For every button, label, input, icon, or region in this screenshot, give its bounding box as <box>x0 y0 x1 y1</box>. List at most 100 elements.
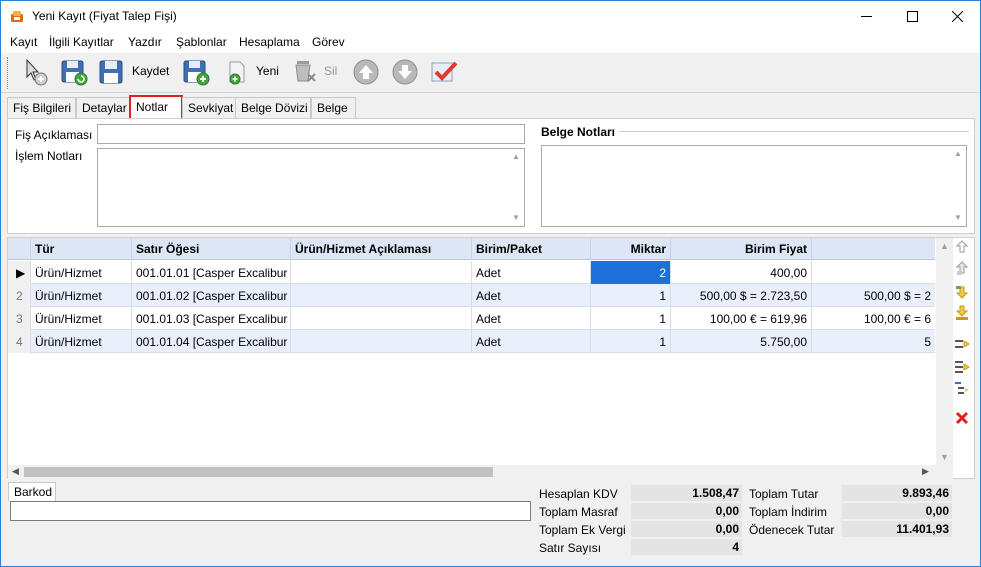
scroll-right-icon[interactable]: ▶ <box>922 466 929 477</box>
toplam-masraf-value: 0,00 <box>631 503 742 519</box>
cell-aciklama[interactable] <box>291 261 472 284</box>
copy-row-up-icon[interactable] <box>954 260 970 276</box>
cell-aciklama[interactable] <box>291 330 472 353</box>
menu-ilgili-kayitlar[interactable]: İlgili Kayıtlar <box>49 35 114 49</box>
new-button[interactable]: Yeni <box>256 64 279 78</box>
maximize-button[interactable] <box>889 1 935 32</box>
save-icon[interactable] <box>97 57 127 87</box>
belge-notlari-title: Belge Notları <box>541 125 620 139</box>
menu-kayit[interactable]: Kayıt <box>10 35 37 49</box>
save-button[interactable]: Kaydet <box>132 64 169 78</box>
islem-notlari-scrollbar[interactable]: ▲ ▼ <box>508 149 524 226</box>
cell-birim-fiyat[interactable]: 400,00 <box>671 261 812 284</box>
cell-aciklama[interactable] <box>291 307 472 330</box>
menu-yazdir[interactable]: Yazdır <box>128 35 162 49</box>
grid-vertical-scrollbar[interactable]: ▲ ▼ <box>936 238 953 465</box>
append-row-icon[interactable] <box>954 305 970 321</box>
move-down-icon[interactable] <box>390 57 420 87</box>
table-row[interactable]: ▶ Ürün/Hizmet 001.01.01 [Casper Excalibu… <box>8 261 935 284</box>
column-header-satir-ogesi[interactable]: Satır Öğesi <box>132 238 291 260</box>
cell-tur[interactable]: Ürün/Hizmet <box>31 284 132 307</box>
column-header-tur[interactable]: Tür <box>31 238 132 260</box>
toplam-masraf-label: Toplam Masraf <box>539 505 618 519</box>
cell-extra[interactable]: 500,00 $ = 2 <box>812 284 935 307</box>
belge-notlari-textarea[interactable]: ▲ ▼ <box>541 145 967 227</box>
tab-belge[interactable]: Belge <box>311 97 356 119</box>
table-row[interactable]: 4 Ürün/Hizmet 001.01.04 [Casper Excalibu… <box>8 330 935 353</box>
insert-below-icon[interactable] <box>954 284 970 300</box>
tab-belge-dovizi[interactable]: Belge Dövizi <box>235 97 311 119</box>
cell-miktar[interactable]: 1 <box>591 330 671 353</box>
cell-miktar[interactable]: 1 <box>591 284 671 307</box>
close-button[interactable] <box>934 1 980 32</box>
delete-button[interactable]: Sil <box>324 64 337 78</box>
horizontal-scroll-thumb[interactable] <box>24 467 493 477</box>
save-new-icon[interactable] <box>181 57 211 87</box>
scroll-down-icon[interactable]: ▼ <box>954 214 962 222</box>
new-from-pointer-icon[interactable] <box>21 57 51 87</box>
islem-notlari-textarea[interactable]: ▲ ▼ <box>97 148 525 227</box>
approve-check-icon[interactable] <box>429 57 459 87</box>
cell-tur[interactable]: Ürün/Hizmet <box>31 307 132 330</box>
fis-aciklamasi-input[interactable] <box>97 124 525 144</box>
cell-birim-paket[interactable]: Adet <box>472 330 591 353</box>
belge-notlari-scrollbar[interactable]: ▲ ▼ <box>950 146 966 226</box>
cell-miktar[interactable]: 1 <box>591 307 671 330</box>
grid-side-toolbar <box>954 239 974 429</box>
scroll-down-icon[interactable]: ▼ <box>940 452 949 462</box>
cell-satir-ogesi[interactable]: 001.01.03 [Casper Excalibur ... <box>132 307 291 330</box>
column-header-extra[interactable] <box>812 238 935 260</box>
scroll-down-icon[interactable]: ▼ <box>512 214 520 222</box>
line-items-grid[interactable]: Tür Satır Öğesi Ürün/Hizmet Açıklaması B… <box>8 238 935 465</box>
cell-satir-ogesi[interactable]: 001.01.04 [Casper Excalibur ... <box>132 330 291 353</box>
move-up-icon[interactable] <box>351 57 381 87</box>
cell-birim-fiyat[interactable]: 500,00 $ = 2.723,50 <box>671 284 812 307</box>
cell-extra[interactable] <box>812 261 935 284</box>
menu-sablonlar[interactable]: Şablonlar <box>176 35 227 49</box>
close-icon <box>951 11 963 22</box>
cell-extra[interactable]: 5 <box>812 330 935 353</box>
minimize-button[interactable] <box>843 1 889 32</box>
scroll-up-icon[interactable]: ▲ <box>954 150 962 158</box>
delete-row-icon[interactable] <box>954 410 970 426</box>
grid-horizontal-scrollbar[interactable]: ◀ ▶ <box>8 465 953 479</box>
column-header-birim-paket[interactable]: Birim/Paket <box>472 238 591 260</box>
menu-gorev[interactable]: Görev <box>312 35 345 49</box>
cell-birim-paket[interactable]: Adet <box>472 284 591 307</box>
scroll-left-icon[interactable]: ◀ <box>12 466 19 477</box>
column-header-birim-fiyat[interactable]: Birim Fiyat <box>671 238 812 260</box>
cell-tur[interactable]: Ürün/Hizmet <box>31 330 132 353</box>
menu-hesaplama[interactable]: Hesaplama <box>239 35 300 49</box>
cell-satir-ogesi[interactable]: 001.01.02 [Casper Excalibur ... <box>132 284 291 307</box>
split-row-icon[interactable] <box>954 337 970 353</box>
table-row[interactable]: 2 Ürün/Hizmet 001.01.02 [Casper Excalibu… <box>8 284 935 307</box>
barkod-input[interactable] <box>10 501 531 521</box>
cell-birim-paket[interactable]: Adet <box>472 261 591 284</box>
cell-miktar[interactable]: 2 <box>591 261 671 284</box>
scroll-up-icon[interactable]: ▲ <box>512 153 520 161</box>
column-header-aciklama[interactable]: Ürün/Hizmet Açıklaması <box>291 238 472 260</box>
tab-notlar[interactable]: Notlar <box>129 95 183 120</box>
barkod-tab[interactable]: Barkod <box>8 482 56 501</box>
tab-fis-bilgileri[interactable]: Fiş Bilgileri <box>7 97 76 119</box>
save-refresh-icon[interactable] <box>59 57 89 87</box>
insert-above-icon[interactable] <box>954 239 970 255</box>
cell-birim-paket[interactable]: Adet <box>472 307 591 330</box>
cell-tur[interactable]: Ürün/Hizmet <box>31 261 132 284</box>
row-indicator: ▶ <box>8 261 31 284</box>
scroll-up-icon[interactable]: ▲ <box>940 241 949 251</box>
cell-extra[interactable]: 100,00 € = 6 <box>812 307 935 330</box>
toolbar-grip[interactable] <box>7 57 10 89</box>
new-document-icon[interactable] <box>223 57 253 87</box>
cell-birim-fiyat[interactable]: 100,00 € = 619,96 <box>671 307 812 330</box>
merge-row-icon[interactable] <box>954 359 970 375</box>
tab-sevkiyat[interactable]: Sevkiyat <box>182 97 236 119</box>
delete-trash-icon[interactable] <box>290 57 320 87</box>
cell-satir-ogesi[interactable]: 001.01.01 [Casper Excalibur ... <box>132 261 291 284</box>
column-header-miktar[interactable]: Miktar <box>591 238 671 260</box>
cell-birim-fiyat[interactable]: 5.750,00 <box>671 330 812 353</box>
table-row[interactable]: 3 Ürün/Hizmet 001.01.03 [Casper Excalibu… <box>8 307 935 330</box>
tab-detaylar[interactable]: Detaylar <box>76 97 130 119</box>
group-rows-icon[interactable] <box>954 380 970 396</box>
cell-aciklama[interactable] <box>291 284 472 307</box>
